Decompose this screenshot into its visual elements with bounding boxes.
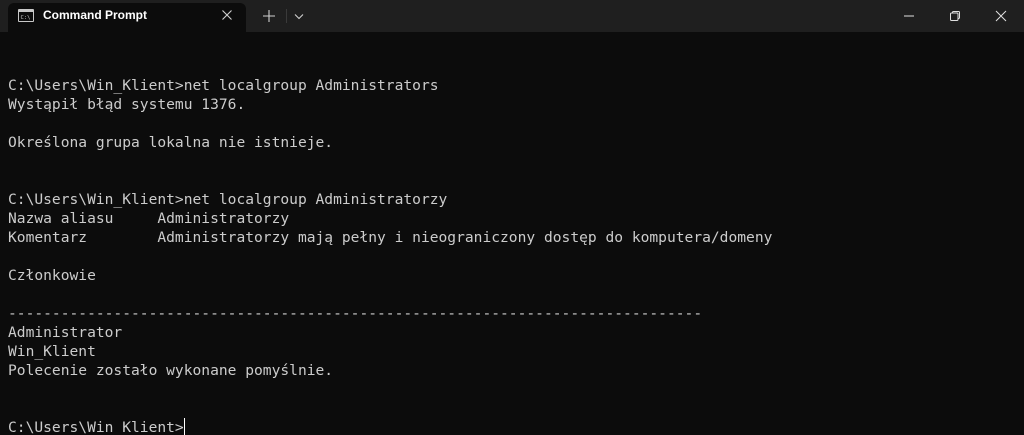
tab-title: Command Prompt — [43, 8, 148, 22]
terminal-line: Administrator — [8, 324, 123, 341]
title-bar[interactable]: C:\ Command Prompt — [0, 0, 1024, 32]
terminal-line: Komentarz Administratorzy mają pełny i n… — [8, 229, 773, 246]
terminal-line: ----------------------------------------… — [8, 305, 703, 322]
command-prompt-window: C:\ Command Prompt C:\Users\Win_Klient>n… — [0, 0, 1024, 435]
terminal-line: Nazwa aliasu Administratorzy — [8, 210, 290, 227]
terminal-line: C:\Users\Win_Klient>net localgroup Admin… — [8, 77, 439, 94]
minimize-icon — [904, 15, 914, 17]
prompt-text: C:\Users\Win_Klient> — [8, 419, 184, 435]
terminal-line: Wystąpił błąd systemu 1376. — [8, 96, 246, 113]
plus-icon[interactable] — [259, 6, 279, 26]
terminal-output[interactable]: C:\Users\Win_Klient>net localgroup Admin… — [8, 57, 1016, 435]
close-window-button[interactable] — [978, 0, 1024, 32]
maximize-icon — [950, 11, 960, 21]
terminal-line: Członkowie — [8, 267, 96, 284]
maximize-button[interactable] — [932, 0, 978, 32]
tab-command-prompt[interactable]: C:\ Command Prompt — [8, 3, 246, 32]
close-icon[interactable] — [219, 7, 235, 23]
text-cursor — [183, 418, 185, 435]
terminal-line: Win_Klient — [8, 343, 96, 360]
svg-text:C:\: C:\ — [21, 15, 31, 21]
terminal-line: C:\Users\Win_Klient>net localgroup Admin… — [8, 191, 448, 208]
chevron-down-icon[interactable] — [290, 6, 308, 26]
tab-divider — [286, 9, 287, 23]
command-input-line[interactable]: C:\Users\Win_Klient> — [8, 418, 1016, 435]
cmd-icon: C:\ — [18, 9, 34, 22]
minimize-button[interactable] — [886, 0, 932, 32]
close-icon — [995, 10, 1007, 22]
terminal-line: Polecenie zostało wykonane pomyślnie. — [8, 362, 334, 379]
terminal-line: Określona grupa lokalna nie istnieje. — [8, 134, 334, 151]
